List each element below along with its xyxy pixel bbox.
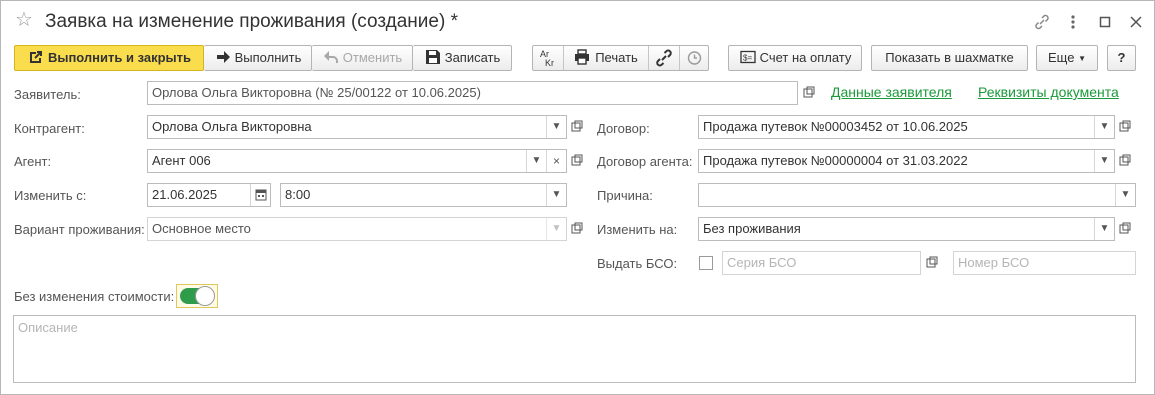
- applicant-label: Заявитель:: [14, 87, 81, 102]
- document-requisites-link[interactable]: Реквизиты документа: [978, 83, 1119, 101]
- maximize-icon[interactable]: [1094, 11, 1116, 33]
- open-applicant-icon[interactable]: [799, 82, 819, 104]
- open-change-to-icon[interactable]: [1115, 218, 1135, 240]
- toggle-track: [180, 286, 215, 306]
- counterparty-field[interactable]: Орлова Ольга Викторовна ▼: [147, 115, 567, 139]
- open-agent-icon[interactable]: [567, 150, 587, 172]
- save-button[interactable]: Записать: [413, 45, 512, 71]
- arrow-right-icon: [214, 46, 232, 70]
- change-to-label: Изменить на:: [597, 222, 678, 237]
- contract-field[interactable]: Продажа путевок №00003452 от 10.06.2025 …: [698, 115, 1115, 139]
- counterparty-label: Контрагент:: [14, 121, 85, 136]
- arrow-out-icon: [27, 46, 45, 70]
- change-to-field[interactable]: Без проживания ▼: [698, 217, 1115, 241]
- cancel-button[interactable]: Отменить: [312, 45, 413, 71]
- no-cost-change-toggle[interactable]: [176, 284, 218, 308]
- change-from-label: Изменить с:: [14, 188, 87, 203]
- bso-series-field[interactable]: Серия БСО: [722, 251, 921, 275]
- variant-field[interactable]: Основное место ▼: [147, 217, 567, 241]
- floppy-icon: [424, 46, 442, 70]
- reason-label: Причина:: [597, 188, 653, 203]
- form-window: ☆ Заявка на изменение проживания (создан…: [0, 0, 1155, 395]
- agent-contract-label: Договор агента:: [597, 154, 693, 169]
- agent-label: Агент:: [14, 154, 52, 169]
- open-contract-icon[interactable]: [1115, 116, 1135, 138]
- svg-text:Kr: Kr: [545, 58, 554, 68]
- window-title: Заявка на изменение проживания (создание…: [45, 11, 458, 32]
- print-button[interactable]: Печать: [564, 46, 648, 70]
- undo-icon: [322, 46, 340, 70]
- star-icon[interactable]: ☆: [15, 9, 37, 31]
- open-agent-contract-icon[interactable]: [1115, 150, 1135, 172]
- open-counterparty-icon[interactable]: [567, 116, 587, 138]
- link-icon[interactable]: [1031, 11, 1053, 33]
- invoice-icon: $=: [739, 46, 757, 70]
- agent-field[interactable]: Агент 006 ▼ ×: [147, 149, 567, 173]
- execute-and-close-button[interactable]: Выполнить и закрыть: [14, 45, 204, 71]
- printer-icon: [574, 49, 590, 65]
- invoice-button[interactable]: $= Счет на оплату: [728, 45, 862, 71]
- close-icon[interactable]: [1125, 11, 1147, 33]
- more-icon[interactable]: [1062, 11, 1084, 33]
- history-icon[interactable]: [680, 46, 709, 70]
- dropdown-arrow-icon[interactable]: ▼: [546, 184, 566, 206]
- description-field[interactable]: [13, 315, 1136, 383]
- bso-checkbox[interactable]: [699, 256, 713, 270]
- svg-text:$=: $=: [743, 54, 752, 63]
- bso-number-field[interactable]: Номер БСО: [953, 251, 1136, 275]
- dropdown-arrow-icon[interactable]: ▼: [546, 116, 566, 138]
- applicant-data-link[interactable]: Данные заявителя: [831, 83, 952, 101]
- open-bso-series-icon[interactable]: [922, 252, 942, 274]
- caret-down-icon: ▼: [1078, 54, 1086, 63]
- dropdown-arrow-icon[interactable]: ▼: [1115, 184, 1135, 206]
- time-field[interactable]: 8:00 ▼: [280, 183, 567, 207]
- help-button[interactable]: ?: [1107, 45, 1136, 71]
- no-cost-change-label: Без изменения стоимости:: [14, 289, 175, 304]
- dropdown-arrow-icon[interactable]: ▼: [1094, 150, 1114, 172]
- show-in-chess-button[interactable]: Показать в шахматке: [871, 45, 1028, 71]
- bso-label: Выдать БСО:: [597, 256, 678, 271]
- reason-field[interactable]: ▼: [698, 183, 1136, 207]
- dropdown-arrow-icon[interactable]: ▼: [546, 218, 566, 240]
- dropdown-arrow-icon[interactable]: ▼: [1094, 218, 1114, 240]
- more-actions-button[interactable]: Еще ▼: [1036, 45, 1098, 71]
- spell-check-icon[interactable]: Ar Kr: [533, 46, 563, 70]
- print-button-group: Ar Kr Печать: [532, 45, 709, 71]
- dropdown-arrow-icon[interactable]: ▼: [526, 150, 546, 172]
- date-field[interactable]: 21.06.2025: [147, 183, 271, 207]
- clear-icon[interactable]: ×: [546, 150, 566, 172]
- dropdown-arrow-icon[interactable]: ▼: [1094, 116, 1114, 138]
- toggle-knob: [195, 286, 215, 306]
- applicant-field[interactable]: Орлова Ольга Викторовна (№ 25/00122 от 1…: [147, 81, 798, 105]
- execute-button[interactable]: Выполнить: [204, 45, 312, 71]
- chain-link-icon[interactable]: [649, 46, 679, 70]
- open-variant-icon[interactable]: [567, 218, 587, 240]
- calendar-icon[interactable]: [250, 184, 270, 206]
- variant-label: Вариант проживания:: [14, 222, 145, 237]
- agent-contract-field[interactable]: Продажа путевок №00000004 от 31.03.2022 …: [698, 149, 1115, 173]
- contract-label: Договор:: [597, 121, 650, 136]
